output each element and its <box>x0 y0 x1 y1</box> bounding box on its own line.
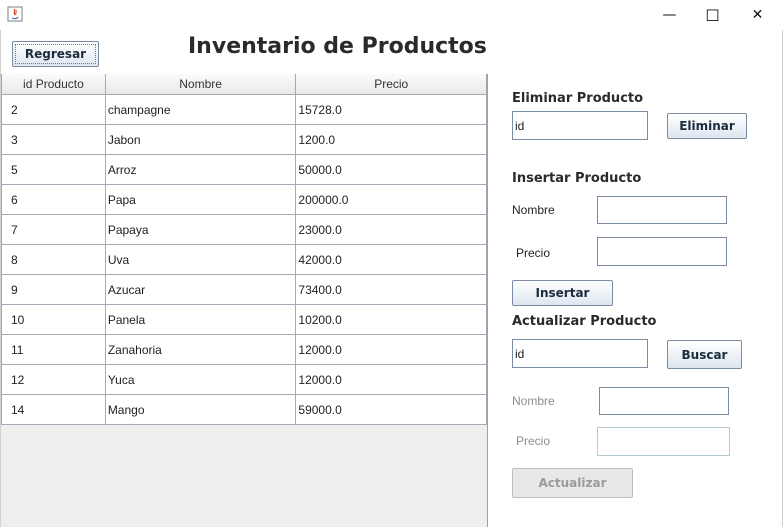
cell-id[interactable]: 7 <box>1 214 106 245</box>
cell-nombre[interactable]: Uva <box>104 244 297 275</box>
update-nombre-input[interactable] <box>599 387 729 415</box>
cell-precio[interactable]: 15728.0 <box>295 94 487 125</box>
minimize-button[interactable]: — <box>647 0 692 30</box>
maximize-icon: ☐ <box>705 5 720 25</box>
table-row[interactable]: 7 Papaya 23000.0 <box>1 214 487 245</box>
close-icon: ✕ <box>751 7 764 23</box>
close-button[interactable]: ✕ <box>735 0 780 30</box>
window-titlebar: — ☐ ✕ <box>0 0 783 30</box>
cell-nombre[interactable]: Zanahoria <box>104 334 297 365</box>
cell-precio[interactable]: 10200.0 <box>295 304 487 335</box>
cell-precio[interactable]: 23000.0 <box>295 214 487 245</box>
insert-nombre-input[interactable] <box>597 196 727 224</box>
cell-nombre[interactable]: Yuca <box>104 364 297 395</box>
cell-precio[interactable]: 12000.0 <box>295 364 487 395</box>
cell-precio[interactable]: 42000.0 <box>295 244 487 275</box>
products-table-scrollpane[interactable]: id Producto Nombre Precio 2 champagne 1572… <box>1 74 488 527</box>
table-row[interactable]: 9 Azucar 73400.0 <box>1 274 487 305</box>
cell-nombre[interactable]: Mango <box>104 394 297 425</box>
table-row[interactable]: 10 Panela 10200.0 <box>1 304 487 335</box>
column-header-nombre[interactable]: Nombre <box>104 74 297 95</box>
minimize-icon: — <box>662 7 677 23</box>
insert-nombre-label: Nombre <box>512 203 555 217</box>
cell-id[interactable]: 3 <box>1 124 106 155</box>
table-row[interactable]: 3 Jabon 1200.0 <box>1 124 487 155</box>
maximize-button[interactable]: ☐ <box>690 0 735 30</box>
java-app-icon <box>7 6 23 22</box>
insert-button[interactable]: Insertar <box>512 280 613 306</box>
insert-precio-label: Precio <box>516 246 551 260</box>
cell-precio[interactable]: 59000.0 <box>295 394 487 425</box>
search-button[interactable]: Buscar <box>667 340 742 369</box>
update-section-title: Actualizar Producto <box>512 314 657 329</box>
table-row[interactable]: 2 champagne 15728.0 <box>1 94 487 125</box>
cell-nombre[interactable]: Papa <box>104 184 297 215</box>
table-row[interactable]: 6 Papa 200000.0 <box>1 184 487 215</box>
table-row[interactable]: 12 Yuca 12000.0 <box>1 364 487 395</box>
cell-precio[interactable]: 50000.0 <box>295 154 487 185</box>
insert-precio-input[interactable] <box>597 237 727 266</box>
cell-id[interactable]: 9 <box>1 274 106 305</box>
cell-id[interactable]: 14 <box>1 394 106 425</box>
update-id-input[interactable]: id <box>512 339 648 368</box>
cell-id[interactable]: 8 <box>1 244 106 275</box>
update-precio-input[interactable] <box>597 427 730 456</box>
table-row[interactable]: 8 Uva 42000.0 <box>1 244 487 275</box>
back-button[interactable]: Regresar <box>12 41 99 67</box>
cell-nombre[interactable]: champagne <box>104 94 297 125</box>
cell-id[interactable]: 12 <box>1 364 106 395</box>
delete-button[interactable]: Eliminar <box>667 113 747 139</box>
cell-nombre[interactable]: Jabon <box>104 124 297 155</box>
table-row[interactable]: 5 Arroz 50000.0 <box>1 154 487 185</box>
cell-nombre[interactable]: Panela <box>104 304 297 335</box>
delete-id-input[interactable]: id <box>512 111 648 140</box>
insert-section-title: Insertar Producto <box>512 171 642 186</box>
page-title: Inventario de Productos <box>188 34 487 59</box>
cell-id[interactable]: 11 <box>1 334 106 365</box>
cell-precio[interactable]: 73400.0 <box>295 274 487 305</box>
cell-nombre[interactable]: Arroz <box>104 154 297 185</box>
main-panel: Regresar Inventario de Productos id Prod… <box>0 30 783 527</box>
table-row[interactable]: 14 Mango 59000.0 <box>1 394 487 425</box>
update-precio-label: Precio <box>516 434 551 448</box>
products-table[interactable]: id Producto Nombre Precio 2 champagne 1572… <box>1 74 487 425</box>
cell-precio[interactable]: 200000.0 <box>295 184 487 215</box>
cell-id[interactable]: 2 <box>1 94 106 125</box>
column-header-id[interactable]: id Producto <box>1 74 106 95</box>
cell-id[interactable]: 6 <box>1 184 106 215</box>
cell-id[interactable]: 10 <box>1 304 106 335</box>
delete-section-title: Eliminar Producto <box>512 91 644 106</box>
column-header-precio[interactable]: Precio <box>295 74 487 95</box>
table-row[interactable]: 11 Zanahoria 12000.0 <box>1 334 487 365</box>
update-nombre-label: Nombre <box>512 394 555 408</box>
cell-nombre[interactable]: Azucar <box>104 274 297 305</box>
table-header-row: id Producto Nombre Precio <box>1 74 487 95</box>
cell-precio[interactable]: 1200.0 <box>295 124 487 155</box>
update-button[interactable]: Actualizar <box>512 468 633 498</box>
cell-precio[interactable]: 12000.0 <box>295 334 487 365</box>
cell-nombre[interactable]: Papaya <box>104 214 297 245</box>
cell-id[interactable]: 5 <box>1 154 106 185</box>
